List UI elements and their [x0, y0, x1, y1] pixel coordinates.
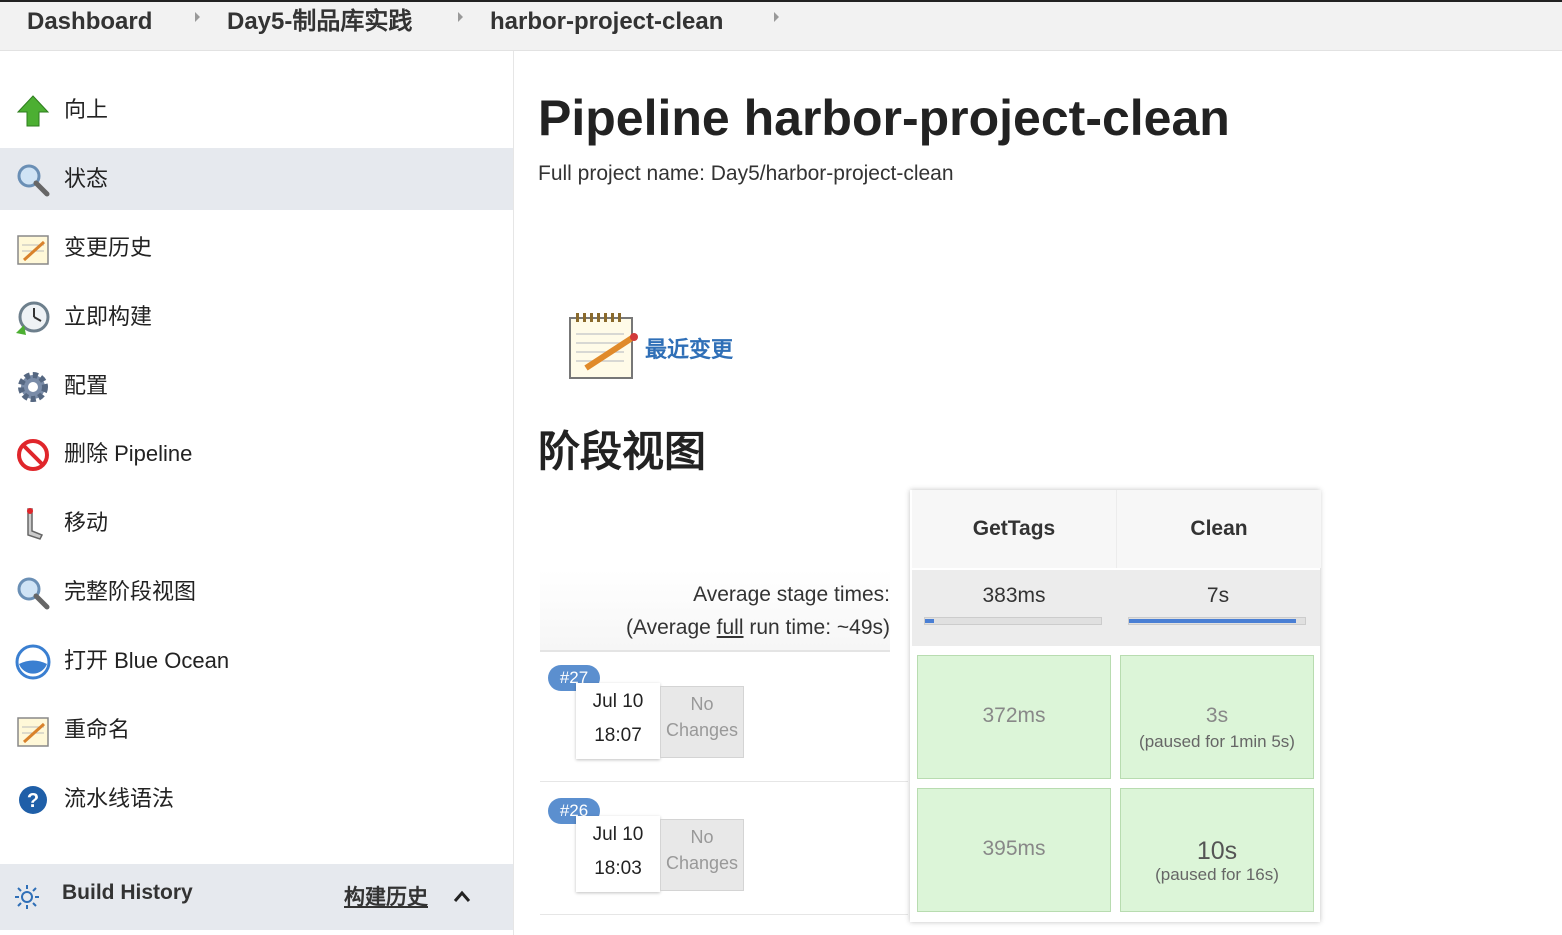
run-time: 18:03 [594, 858, 642, 879]
stage-cell-26-clean[interactable]: 10s (paused for 16s) [1120, 788, 1314, 912]
changes-line1: No [690, 694, 714, 714]
average-label-prefix: (Average [625, 616, 717, 639]
average-cell-clean: 7s [1116, 570, 1320, 646]
breadcrumb-dashboard[interactable]: Dashboard [27, 6, 152, 38]
run-row-27: #27 Jul 10 18:07 No Changes [540, 653, 908, 782]
stage-cell-27-gettags[interactable]: 372ms [917, 655, 1111, 779]
sidebar-item-rename[interactable]: 重命名 [0, 699, 513, 761]
sidebar-item-label: 向上 [64, 97, 109, 122]
run-changes: No Changes [660, 819, 744, 891]
average-progress-fill [925, 619, 934, 623]
recent-changes-link[interactable]: 最近变更 [645, 332, 733, 364]
stage-header-clean[interactable]: Clean [1116, 490, 1321, 568]
average-label-suffix: run time: ~49s) [743, 616, 890, 639]
full-project-name: Full project name: Day5/harbor-project-c… [538, 162, 954, 185]
changes-line1: No [690, 827, 714, 847]
magnifier-icon [17, 164, 50, 197]
run-time: 18:07 [594, 725, 642, 746]
average-label-line1: Average stage times: [693, 583, 890, 606]
sidebar-item-label: 立即构建 [64, 304, 153, 329]
gear-icon [18, 372, 48, 402]
average-time: 7s [1206, 584, 1230, 607]
sidebar-item-build-now[interactable]: 立即构建 [0, 286, 513, 348]
sidebar-item-move[interactable]: 移动 [0, 492, 513, 554]
sidebar-item-label: 状态 [64, 166, 109, 191]
no-entry-icon [17, 439, 49, 471]
average-progress-bar [1128, 617, 1306, 625]
svg-text:?: ? [27, 790, 39, 812]
stage-header-gettags[interactable]: GetTags [912, 490, 1116, 568]
average-stage-times-label: Average stage times: (Average full run t… [540, 570, 890, 652]
sidebar-item-label: 流水线语法 [64, 786, 175, 811]
sidebar-item-status[interactable]: 状态 [0, 148, 513, 210]
stage-time: 395ms [982, 837, 1046, 860]
sidebar-item-label: 配置 [64, 373, 109, 398]
sidebar-item-label: 删除 Pipeline [64, 441, 193, 466]
changes-line2: Changes [665, 720, 739, 740]
breadcrumb-folder[interactable]: Day5-制品库实践 [227, 6, 412, 38]
stage-time: 3s [1205, 704, 1229, 727]
sidebar-item-delete-pipeline[interactable]: 删除 Pipeline [0, 423, 513, 485]
stage-paused-note: (paused for 1min 5s) [1139, 732, 1295, 751]
average-label-line2: (Average full run time: ~49s) [540, 611, 890, 644]
sidebar-item-changes[interactable]: 变更历史 [0, 217, 513, 279]
up-arrow-icon [16, 95, 50, 127]
stage-cell-26-gettags[interactable]: 395ms [917, 788, 1111, 912]
sidebar-item-label: 重命名 [64, 717, 131, 742]
sidebar-item-label: 打开 Blue Ocean [64, 648, 230, 673]
breadcrumb-separator-icon[interactable] [195, 12, 200, 22]
stage-paused-note: (paused for 16s) [1155, 865, 1279, 884]
stage-time: 372ms [982, 704, 1046, 727]
stage-view-heading: 阶段视图 [538, 428, 707, 475]
build-history-header[interactable]: Build History 构建历史 [0, 864, 513, 930]
run-date: Jul 10 [592, 691, 644, 712]
run-date-card: Jul 10 18:07 [576, 683, 660, 759]
run-date-card: Jul 10 18:03 [576, 816, 660, 892]
sidebar-item-up[interactable]: 向上 [0, 79, 513, 141]
stage-cell-27-clean[interactable]: 3s (paused for 1min 5s) [1120, 655, 1314, 779]
sidebar-item-configure[interactable]: 配置 [0, 355, 513, 417]
sidebar-item-blue-ocean[interactable]: 打开 Blue Ocean [0, 630, 513, 692]
full-run-time-link[interactable]: full [717, 616, 744, 639]
notepad-icon [17, 717, 49, 747]
breadcrumb-job[interactable]: harbor-project-clean [490, 6, 723, 38]
average-time: 383ms [982, 584, 1046, 607]
stage-time: 10s [1196, 837, 1238, 865]
breadcrumb-separator-icon[interactable] [774, 12, 779, 22]
breadcrumb-separator-icon[interactable] [458, 12, 463, 22]
average-progress-bar [924, 617, 1102, 625]
sidebar-item-label: 移动 [64, 510, 109, 535]
build-history-sun-icon [15, 885, 39, 909]
help-icon: ? [19, 786, 47, 814]
sidebar: 向上 状态 变更历史 立即构建 配置 删除 Pipeline 移动 完整阶段视图… [0, 51, 514, 935]
average-cell-gettags: 383ms [912, 570, 1116, 646]
notepad-icon [17, 235, 49, 265]
sidebar-item-pipeline-syntax[interactable]: ? 流水线语法 [0, 768, 513, 830]
move-icon [27, 508, 44, 540]
average-progress-fill [1129, 619, 1297, 623]
run-row-26: #26 Jul 10 18:03 No Changes [540, 786, 908, 915]
page-title: Pipeline harbor-project-clean [538, 90, 1230, 146]
sidebar-item-label: 完整阶段视图 [64, 579, 197, 604]
stage-view-grid: GetTags Clean 383ms 7s 372ms 3s (paused … [910, 490, 1321, 922]
magnifier-icon [17, 577, 50, 610]
build-history-link[interactable]: 构建历史 [344, 881, 428, 911]
breadcrumb: Dashboard Day5-制品库实践 harbor-project-clea… [0, 2, 1562, 51]
recent-changes-notepad-icon[interactable] [566, 310, 640, 382]
run-date: Jul 10 [592, 824, 644, 845]
clock-build-icon [16, 301, 50, 335]
build-history-title: Build History [62, 881, 193, 904]
chevron-up-icon[interactable] [452, 888, 472, 904]
sidebar-item-full-stage-view[interactable]: 完整阶段视图 [0, 561, 513, 623]
run-changes: No Changes [660, 686, 744, 758]
blue-ocean-icon [15, 644, 51, 680]
sidebar-item-label: 变更历史 [64, 235, 153, 260]
changes-line2: Changes [665, 853, 739, 873]
